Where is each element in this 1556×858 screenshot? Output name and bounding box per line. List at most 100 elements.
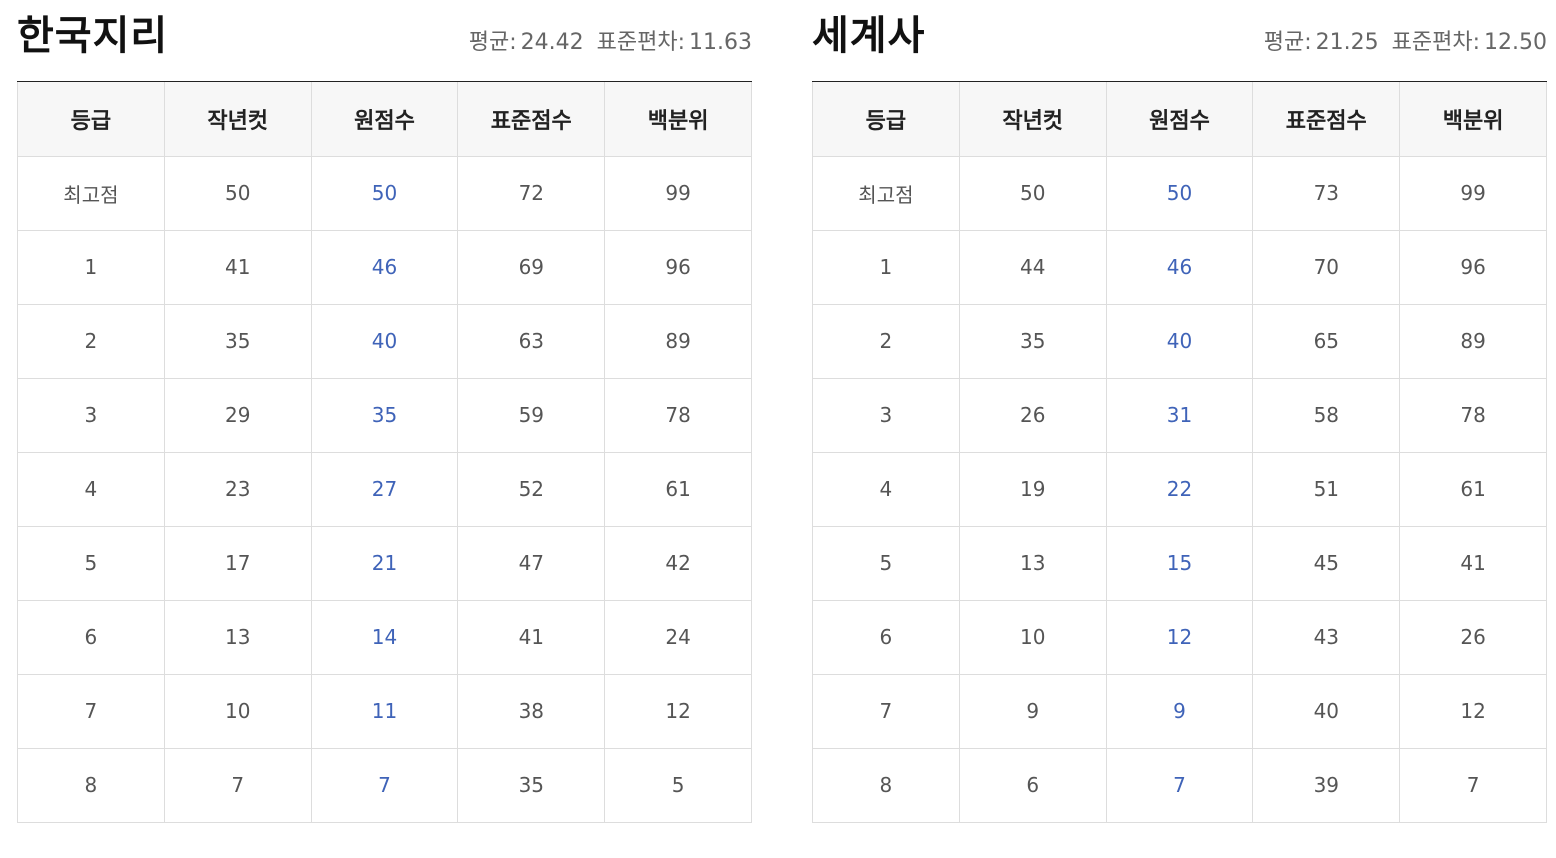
column-header-standard-score: 표준점수 xyxy=(1252,82,1401,157)
mean-value: 21.25 xyxy=(1315,30,1379,55)
cell-raw-score: 7 xyxy=(310,747,459,823)
cell-percentile: 96 xyxy=(604,229,752,305)
column-header-raw-score: 원점수 xyxy=(1105,82,1254,157)
cell-last-year-cut: 26 xyxy=(958,377,1107,453)
panel-header: 세계사 평균: 21.25 표준편차: 12.50 xyxy=(812,0,1547,82)
panel-header: 한국지리 평균: 24.42 표준편차: 11.63 xyxy=(17,0,752,82)
cell-raw-score: 7 xyxy=(1105,747,1254,823)
cell-grade: 최고점 xyxy=(17,155,165,231)
cell-percentile: 42 xyxy=(604,525,752,601)
cell-raw-score: 31 xyxy=(1105,377,1254,453)
sd-value: 12.50 xyxy=(1484,30,1547,55)
cell-raw-score: 50 xyxy=(1105,155,1254,231)
cell-percentile: 89 xyxy=(1399,303,1547,379)
cell-standard-score: 41 xyxy=(457,599,606,675)
sd-label: 표준편차: xyxy=(1391,30,1481,55)
table-body: 최고점 50 50 73 99 1 44 46 70 96 2 35 40 65 89 3 26 31 58 78 4 1… xyxy=(812,155,1547,823)
column-header-last-year-cut: 작년컷 xyxy=(958,82,1107,157)
cell-standard-score: 63 xyxy=(457,303,606,379)
cell-last-year-cut: 50 xyxy=(163,155,312,231)
table-row: 5 13 15 45 41 xyxy=(812,525,1547,601)
table-row: 3 26 31 58 78 xyxy=(812,377,1547,453)
cell-raw-score: 40 xyxy=(1105,303,1254,379)
cell-grade: 7 xyxy=(17,673,165,749)
table-row: 8 7 7 35 5 xyxy=(17,747,752,823)
table-row: 4 19 22 51 61 xyxy=(812,451,1547,527)
table-row: 6 10 12 43 26 xyxy=(812,599,1547,675)
column-header-grade: 등급 xyxy=(17,82,165,157)
cell-raw-score: 21 xyxy=(310,525,459,601)
table-row: 4 23 27 52 61 xyxy=(17,451,752,527)
cell-standard-score: 38 xyxy=(457,673,606,749)
cell-raw-score: 46 xyxy=(1105,229,1254,305)
cell-percentile: 12 xyxy=(1399,673,1547,749)
cell-standard-score: 40 xyxy=(1252,673,1401,749)
cell-percentile: 78 xyxy=(1399,377,1547,453)
cell-standard-score: 45 xyxy=(1252,525,1401,601)
cell-percentile: 89 xyxy=(604,303,752,379)
mean-value: 24.42 xyxy=(520,30,584,55)
cell-last-year-cut: 7 xyxy=(163,747,312,823)
column-header-standard-score: 표준점수 xyxy=(457,82,606,157)
grade-table: 등급 작년컷 원점수 표준점수 백분위 최고점 50 50 73 99 1 44 46 70 96… xyxy=(812,82,1547,823)
cell-grade: 8 xyxy=(17,747,165,823)
cell-raw-score: 22 xyxy=(1105,451,1254,527)
panel-title: 한국지리 xyxy=(17,13,169,59)
cell-percentile: 24 xyxy=(604,599,752,675)
table-row: 2 35 40 63 89 xyxy=(17,303,752,379)
table-row: 6 13 14 41 24 xyxy=(17,599,752,675)
cell-last-year-cut: 44 xyxy=(958,229,1107,305)
cell-last-year-cut: 19 xyxy=(958,451,1107,527)
cell-standard-score: 69 xyxy=(457,229,606,305)
cell-standard-score: 51 xyxy=(1252,451,1401,527)
cell-last-year-cut: 13 xyxy=(163,599,312,675)
cell-grade: 최고점 xyxy=(812,155,960,231)
cell-last-year-cut: 50 xyxy=(958,155,1107,231)
cell-raw-score: 35 xyxy=(310,377,459,453)
cell-raw-score: 40 xyxy=(310,303,459,379)
cell-percentile: 99 xyxy=(604,155,752,231)
cell-last-year-cut: 35 xyxy=(163,303,312,379)
cell-grade: 4 xyxy=(17,451,165,527)
cell-raw-score: 14 xyxy=(310,599,459,675)
table-row: 7 9 9 40 12 xyxy=(812,673,1547,749)
table-row: 1 44 46 70 96 xyxy=(812,229,1547,305)
cell-grade: 6 xyxy=(17,599,165,675)
cell-raw-score: 27 xyxy=(310,451,459,527)
cell-grade: 7 xyxy=(812,673,960,749)
column-header-percentile: 백분위 xyxy=(1399,82,1547,157)
cell-standard-score: 39 xyxy=(1252,747,1401,823)
table-header-row: 등급 작년컷 원점수 표준점수 백분위 xyxy=(812,82,1547,157)
table-row: 5 17 21 47 42 xyxy=(17,525,752,601)
cell-grade: 2 xyxy=(17,303,165,379)
table-row: 1 41 46 69 96 xyxy=(17,229,752,305)
cell-grade: 4 xyxy=(812,451,960,527)
panel-title: 세계사 xyxy=(812,13,926,59)
cell-last-year-cut: 41 xyxy=(163,229,312,305)
table-row: 최고점 50 50 73 99 xyxy=(812,155,1547,231)
cell-grade: 8 xyxy=(812,747,960,823)
mean-label: 평균: xyxy=(468,30,517,55)
cell-standard-score: 70 xyxy=(1252,229,1401,305)
table-header-row: 등급 작년컷 원점수 표준점수 백분위 xyxy=(17,82,752,157)
cell-percentile: 61 xyxy=(1399,451,1547,527)
cell-grade: 3 xyxy=(812,377,960,453)
table-body: 최고점 50 50 72 99 1 41 46 69 96 2 35 40 63 89 3 29 35 59 78 4 2… xyxy=(17,155,752,823)
column-header-raw-score: 원점수 xyxy=(310,82,459,157)
cell-percentile: 41 xyxy=(1399,525,1547,601)
column-header-last-year-cut: 작년컷 xyxy=(163,82,312,157)
panel-world-history: 세계사 평균: 21.25 표준편차: 12.50 등급 작년컷 원점수 표준점수 … xyxy=(812,0,1547,823)
cell-last-year-cut: 10 xyxy=(163,673,312,749)
cell-standard-score: 72 xyxy=(457,155,606,231)
table-row: 2 35 40 65 89 xyxy=(812,303,1547,379)
cell-standard-score: 59 xyxy=(457,377,606,453)
panel-stats: 평균: 24.42 표준편차: 11.63 xyxy=(469,28,752,58)
cell-standard-score: 47 xyxy=(457,525,606,601)
cell-grade: 3 xyxy=(17,377,165,453)
cell-standard-score: 58 xyxy=(1252,377,1401,453)
cell-standard-score: 52 xyxy=(457,451,606,527)
cell-standard-score: 65 xyxy=(1252,303,1401,379)
column-header-grade: 등급 xyxy=(812,82,960,157)
panel-stats: 평균: 21.25 표준편차: 12.50 xyxy=(1264,28,1547,58)
cell-grade: 5 xyxy=(812,525,960,601)
